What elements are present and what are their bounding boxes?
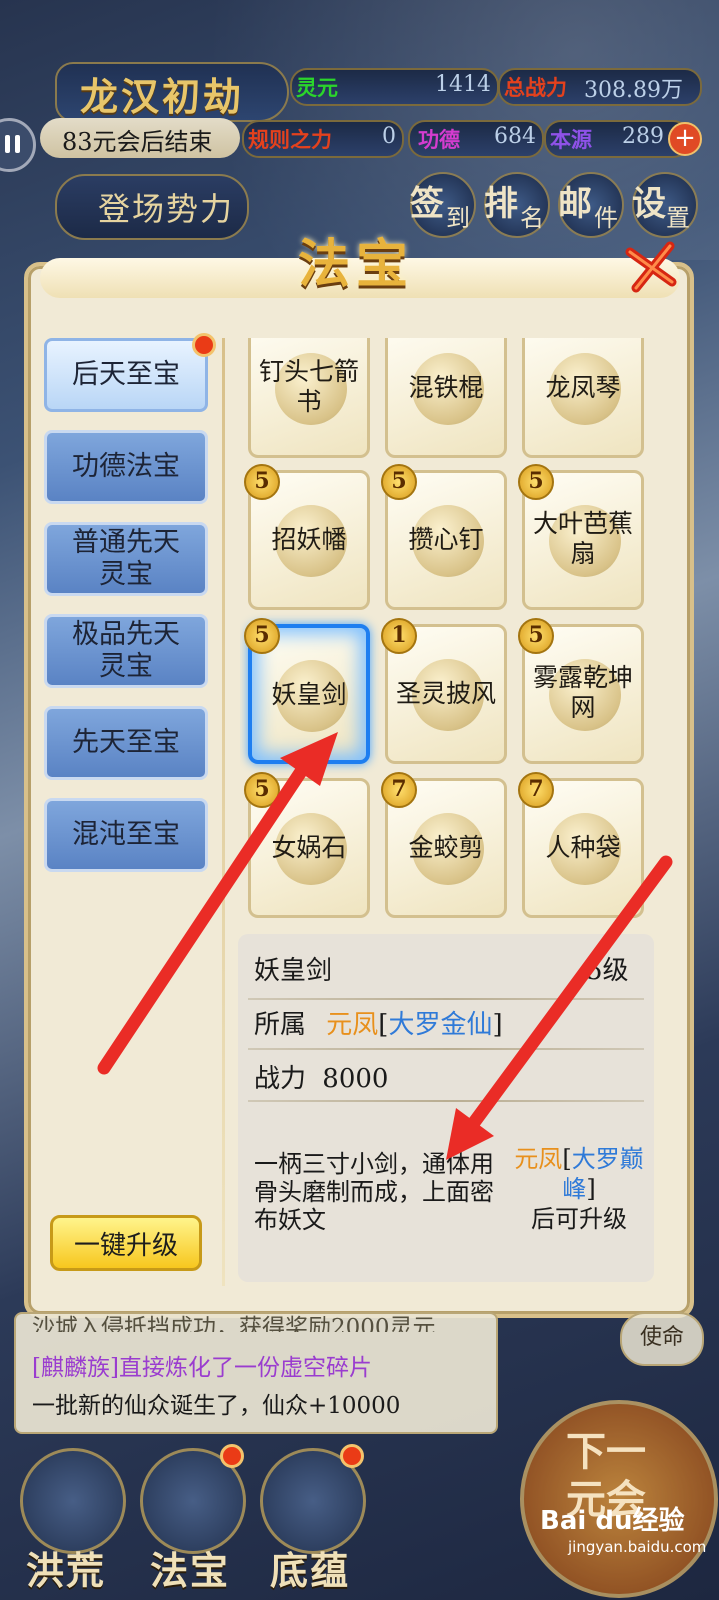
merit-value: 684 [494,124,536,149]
tab-innate-supreme[interactable]: 先天至宝 [44,706,208,780]
ranking-label-main: 排 [484,184,518,224]
upgrade-all-button[interactable]: 一键升级 [50,1215,202,1271]
treasure-name: 龙凤琴 [545,373,621,402]
mission-button[interactable]: 使命 [620,1312,704,1366]
treasure-name: 妖皇剑 [271,680,347,709]
baidu-watermark: Bai du经验 [540,1506,685,1536]
nav-honghuang-button[interactable] [20,1448,126,1554]
era-countdown: 83元会后结束 [62,128,213,156]
detail-divider [248,1100,644,1102]
mail-label-main: 邮 [558,184,592,224]
lingyuan-value: 1414 [435,72,491,97]
tab-chaos-supreme[interactable]: 混沌至宝 [44,798,208,872]
level-badge: 7 [381,772,417,808]
tab-superior-innate[interactable]: 极品先天灵宝 [44,614,208,688]
total-power-label: 总战力 [504,75,567,100]
owner-name: 元凤 [326,1010,379,1040]
level-badge: 5 [518,464,554,500]
log-line: 沙城入侵抵挡成功，获得奖励2000灵元 [32,1315,436,1332]
detail-description: 一柄三寸小剑，通体用骨头磨制而成，上面密布妖文 [254,1150,494,1234]
treasure-name: 女娲石 [271,833,347,862]
treasure-name: 人种袋 [545,833,621,862]
origin-label: 本源 [550,127,592,152]
upgrade-requirement: 元凤[大罗巅峰] 后可升级 [514,1145,644,1233]
level-badge: 5 [244,618,280,654]
nav-honghuang-label: 洪荒 [26,1548,107,1593]
log-line: 一批新的仙众诞生了，仙众+10000 [32,1393,401,1419]
checkin-label-sub: 到 [446,204,470,232]
treasure-name: 钉头七箭书 [258,357,359,416]
close-button[interactable] [622,238,680,296]
tab-common-innate[interactable]: 普通先天灵宝 [44,522,208,596]
power-label: 战力 [254,1064,307,1094]
level-badge: 5 [244,464,280,500]
level-badge: 5 [244,772,280,808]
detail-name: 妖皇剑 [254,956,333,986]
detail-owner: 所属 元凤[大罗金仙] [254,1010,503,1040]
owner-rank: 大罗金仙 [388,1010,493,1040]
settings-label-main: 设 [632,184,666,224]
level-badge: 5 [518,618,554,654]
level-badge: 5 [381,464,417,500]
add-resource-button[interactable]: + [668,122,702,156]
detail-power: 战力 8000 [254,1058,388,1095]
modal-title: 法宝 [298,234,415,295]
checkin-label-main: 签 [410,184,444,224]
close-icon [625,241,677,293]
treasure-name: 混铁棍 [408,373,484,402]
event-log: 沙城入侵抵挡成功，获得奖励2000灵元 [麒麟族]直接炼化了一份虚空碎片 一批新… [14,1312,498,1434]
level-badge: 1 [381,618,417,654]
power-value: 8000 [322,1064,389,1094]
next-era-label-top: 下一 [566,1428,646,1475]
tab-houtian-treasure[interactable]: 后天至宝 [44,338,208,412]
detail-divider [248,1048,644,1050]
treasure-name: 招妖幡 [271,525,347,554]
treasure-name: 雾露乾坤网 [532,663,633,722]
lingyuan-label: 灵元 [296,75,338,100]
detail-divider [248,998,644,1000]
nav-fabao-label: 法宝 [150,1548,231,1593]
modal-divider [222,338,225,1286]
tab-merit-treasure[interactable]: 功德法宝 [44,430,208,504]
treasure-name: 大叶芭蕉扇 [532,509,633,568]
treasure-detail-panel: 妖皇剑 5级 所属 元凤[大罗金仙] 战力 8000 一柄三寸小剑，通体用骨头磨… [238,934,654,1282]
detail-level: 5级 [586,956,629,986]
treasure-name: 金蛟剪 [408,833,484,862]
baidu-watermark-url: jingyan.baidu.com [568,1538,707,1556]
item-grid: 钉头七箭书 混铁棍 龙凤琴 招妖幡 5 攒心钉 5 大叶芭蕉扇 5 妖皇剑 5 … [240,338,660,924]
rules-power-value: 0 [382,124,396,149]
req-rank: 大罗巅峰 [562,1145,644,1203]
notification-dot [340,1444,364,1468]
merit-label: 功德 [418,127,460,152]
pause-icon-bar [15,135,20,153]
game-title: 龙汉初劫 [80,74,245,119]
faction-label: 登场势力 [98,190,235,228]
pause-icon-bar [5,135,10,153]
notification-dot [192,333,216,357]
owner-label: 所属 [254,1010,307,1040]
nav-diyun-label: 底蕴 [270,1548,351,1593]
origin-value: 289 [622,124,664,149]
rules-power-label: 规则之力 [248,127,332,152]
mail-label-sub: 件 [594,204,618,232]
treasure-item[interactable]: 钉头七箭书 [248,338,370,458]
level-badge: 7 [518,772,554,808]
req-name: 元凤 [514,1145,563,1173]
treasure-name: 圣灵披风 [395,679,496,708]
ranking-label-sub: 名 [520,204,544,232]
settings-label-sub: 置 [666,204,690,232]
notification-dot [220,1444,244,1468]
treasure-item[interactable]: 混铁棍 [385,338,507,458]
req-suffix: 后可升级 [531,1205,627,1233]
treasure-name: 攒心钉 [408,525,484,554]
log-line: [麒麟族]直接炼化了一份虚空碎片 [32,1355,372,1381]
total-power-value: 308.89万 [584,78,683,103]
treasure-item[interactable]: 龙凤琴 [522,338,644,458]
